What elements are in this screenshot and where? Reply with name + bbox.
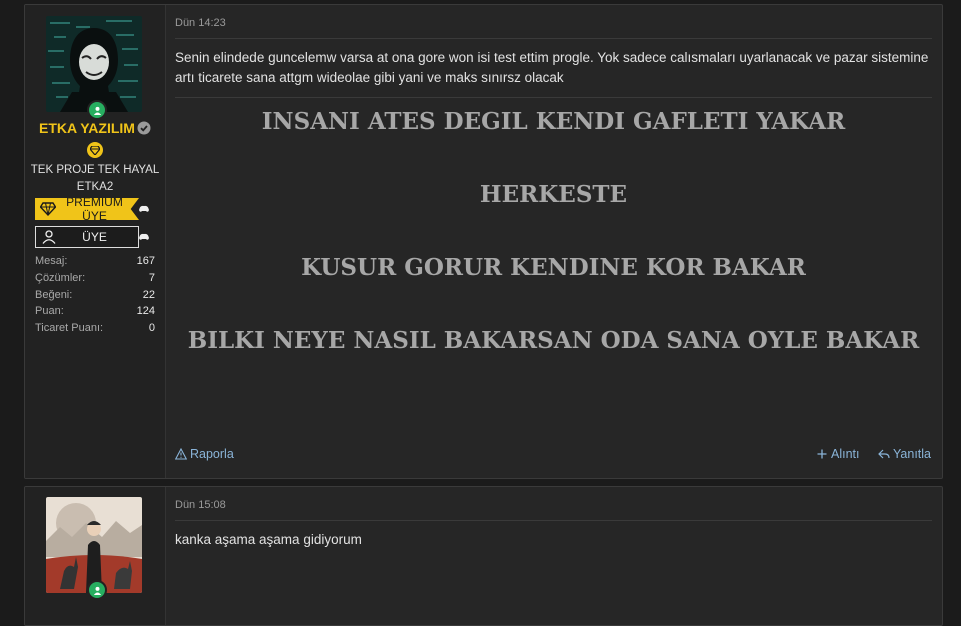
stat-row: Beğeni: 22 bbox=[35, 288, 155, 301]
signature-line: BILKI NEYE NASIL BAKARSAN ODA SANA OYLE … bbox=[187, 327, 920, 354]
user-info-cell bbox=[25, 487, 166, 625]
signature: INSANI ATES DEGIL KENDI GAFLETI YAKAR HE… bbox=[175, 103, 932, 395]
avatar[interactable] bbox=[46, 16, 142, 112]
quote-button[interactable]: Alıntı bbox=[816, 447, 860, 461]
message-body: kanka aşama aşama gidiyorum bbox=[175, 532, 362, 547]
online-status-icon bbox=[87, 580, 107, 600]
plus-icon bbox=[817, 449, 827, 459]
user-info-cell: ETKA YAZILIM TEK PROJE TEK HAYAL ETKA2 P… bbox=[25, 5, 166, 478]
message-body: Senin elindede guncelemw varsa at ona go… bbox=[175, 50, 929, 85]
stat-row: Puan: 124 bbox=[35, 305, 155, 318]
signature-divider bbox=[175, 97, 932, 98]
reply-button[interactable]: Yanıtla bbox=[878, 447, 931, 461]
stat-row: Çözümler: 7 bbox=[35, 271, 155, 284]
reply-icon bbox=[878, 449, 890, 459]
post-actions: Raporla Alıntı Yanıtla bbox=[175, 447, 932, 465]
verified-icon bbox=[137, 121, 151, 135]
signature-line: KUSUR GORUR KENDINE KOR BAKAR bbox=[301, 254, 806, 281]
gamepad-icon bbox=[139, 205, 149, 212]
user-icon bbox=[42, 230, 56, 244]
username[interactable]: ETKA YAZILIM bbox=[25, 120, 165, 136]
stat-row: Mesaj: 167 bbox=[35, 255, 155, 267]
signature-line: INSANI ATES DEGIL KENDI GAFLETI YAKAR bbox=[261, 108, 846, 135]
diamond-icon bbox=[40, 202, 56, 216]
post: Dün 15:08 kanka aşama aşama gidiyorum bbox=[24, 486, 943, 626]
gem-badge-icon bbox=[87, 142, 103, 158]
gamepad-icon bbox=[139, 233, 149, 240]
post: ETKA YAZILIM TEK PROJE TEK HAYAL ETKA2 P… bbox=[24, 4, 943, 479]
report-button[interactable]: Raporla bbox=[175, 447, 234, 461]
user-stats: Mesaj: 167 Çözümler: 7 Beğeni: 22 Puan: 124 … bbox=[35, 253, 155, 337]
online-status-icon bbox=[87, 100, 107, 120]
post-date[interactable]: Dün 14:23 bbox=[175, 17, 226, 29]
stat-row: Ticaret Puanı: 0 bbox=[35, 322, 155, 335]
member-banner: ÜYE bbox=[35, 226, 139, 248]
post-content: Dün 15:08 kanka aşama aşama gidiyorum bbox=[175, 487, 932, 625]
post-date[interactable]: Dün 15:08 bbox=[175, 499, 226, 511]
divider bbox=[175, 520, 932, 521]
warning-icon bbox=[175, 448, 187, 460]
post-content: Dün 14:23 Senin elindede guncelemw varsa… bbox=[175, 5, 932, 478]
avatar[interactable] bbox=[46, 497, 142, 593]
divider bbox=[175, 38, 932, 39]
user-title: TEK PROJE TEK HAYAL ETKA2 bbox=[30, 164, 160, 193]
premium-member-banner: PREMIUM ÜYE bbox=[35, 198, 139, 220]
signature-line: HERKESTE bbox=[479, 181, 628, 208]
